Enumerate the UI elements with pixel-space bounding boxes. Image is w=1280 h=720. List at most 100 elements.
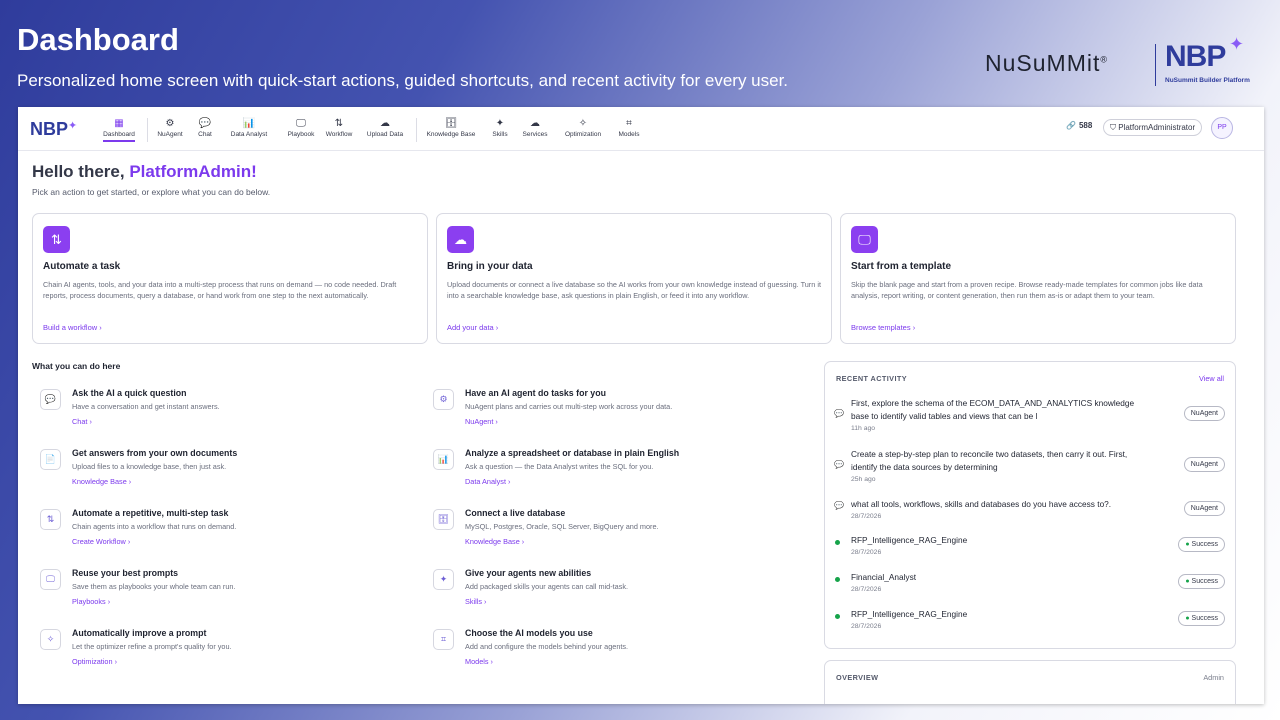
- nav-skills[interactable]: ✦ Skills: [490, 116, 510, 146]
- nav-label: Upload Data: [366, 131, 404, 138]
- monitor-icon: 🖵: [40, 569, 61, 590]
- overview-title: OVERVIEW: [836, 673, 879, 682]
- feature-link[interactable]: Optimization ›: [72, 657, 117, 666]
- feature-title: Choose the AI models you use: [465, 628, 593, 638]
- feature-description: Save them as playbooks your whole team c…: [72, 582, 236, 591]
- nbp-wordmark: NBP: [1165, 40, 1226, 73]
- activity-text: what all tools, workflows, skills and da…: [851, 499, 1112, 509]
- nav-label: NuAgent: [157, 131, 183, 138]
- feature-link[interactable]: Knowledge Base ›: [465, 537, 524, 546]
- activity-time: 28/7/2026: [851, 513, 882, 520]
- activity-time: 28/7/2026: [851, 586, 882, 593]
- feature-link[interactable]: Knowledge Base ›: [72, 477, 131, 486]
- cloud-upload-icon: ☁: [380, 118, 390, 129]
- feature-item: 🖵 Reuse your best prompts Save them as pla…: [34, 566, 414, 612]
- nav-knowledge-base[interactable]: 🗄 Knowledge Base: [425, 116, 477, 146]
- quick-card-link[interactable]: Build a workflow ›: [43, 323, 102, 332]
- feature-title: Reuse your best prompts: [72, 568, 179, 578]
- activity-text: RFP_Intelligence_RAG_Engine: [851, 535, 968, 545]
- feature-item: ✦ Give your agents new abilities Add packa…: [427, 566, 807, 612]
- chat-icon: 💬: [834, 501, 844, 510]
- brand-tagline: NuSummit Builder Platform: [1165, 77, 1250, 84]
- feature-title: Automate a repetitive, multi-step task: [72, 508, 229, 518]
- bar-chart-icon: 📊: [433, 449, 454, 470]
- nav-nuagent[interactable]: ⚙ NuAgent: [155, 116, 185, 146]
- badge-label: Success: [1191, 615, 1218, 622]
- overview-panel: OVERVIEW Admin: [824, 660, 1236, 704]
- feature-title: Automatically improve a prompt: [72, 628, 207, 638]
- sparkles-icon: ✦: [433, 569, 454, 590]
- nav-models[interactable]: ⌗ Models: [616, 116, 642, 146]
- activity-time: 28/7/2026: [851, 549, 882, 556]
- magic-wand-icon: ✧: [578, 118, 588, 129]
- nav-services[interactable]: ☁ Services: [521, 116, 549, 146]
- nav-playbook[interactable]: 🖵 Playbook: [286, 116, 316, 146]
- nav-label: Data Analyst: [230, 131, 268, 138]
- quick-card-3[interactable]: 🖵 Start from a template Skip the blank pag…: [840, 213, 1236, 344]
- feature-item: ✧ Automatically improve a prompt Let the o…: [34, 626, 414, 672]
- nav-workflow[interactable]: ⇅ Workflow: [324, 116, 354, 146]
- feature-description: Add packaged skills your agents can call…: [465, 582, 629, 591]
- nav-divider: [147, 118, 148, 142]
- chat-icon: 💬: [834, 409, 844, 418]
- workflow-icon: ⇅: [43, 226, 70, 253]
- quick-card-title: Start from a template: [851, 261, 952, 272]
- feature-item: ⇅ Automate a repetitive, multi-step task C…: [34, 506, 414, 552]
- recent-activity-panel: RECENT ACTIVITY View all 💬 First, explore…: [824, 361, 1236, 649]
- quick-card-link[interactable]: Browse templates ›: [851, 323, 915, 332]
- greeting-subtitle: Pick an action to get started, or explor…: [32, 187, 271, 197]
- feature-description: Let the optimizer refine a prompt's qual…: [72, 642, 232, 651]
- feature-link[interactable]: Data Analyst ›: [465, 477, 510, 486]
- nav-label: Services: [522, 131, 548, 138]
- greeting: Hello there, PlatformAdmin!: [32, 162, 257, 181]
- feature-link[interactable]: Playbooks ›: [72, 597, 110, 606]
- quick-card-1[interactable]: ⇅ Automate a task Chain AI agents, tools, …: [32, 213, 428, 344]
- quick-card-link[interactable]: Add your data ›: [447, 323, 498, 332]
- status-badge: ● Success: [1178, 611, 1225, 626]
- grid-icon: ▦: [114, 118, 124, 129]
- robot-icon: ⚙: [433, 389, 454, 410]
- quick-card-title: Bring in your data: [447, 261, 533, 272]
- nav-label: Models: [618, 131, 640, 138]
- badge-label: NuAgent: [1190, 505, 1218, 512]
- nav-chat[interactable]: 💬 Chat: [196, 116, 214, 146]
- feature-description: Chain agents into a workflow that runs o…: [72, 522, 237, 531]
- feature-item: ⚙ Have an AI agent do tasks for you NuAgen…: [427, 386, 807, 432]
- feature-title: Have an AI agent do tasks for you: [465, 388, 606, 398]
- feature-title: Give your agents new abilities: [465, 568, 592, 578]
- badge-label: NuAgent: [1190, 410, 1218, 417]
- user-menu[interactable]: ⛉ PlatformAdministrator: [1103, 119, 1203, 136]
- feature-description: Upload files to a knowledge base, then j…: [72, 462, 227, 471]
- overview-admin-link[interactable]: Admin: [1203, 673, 1224, 682]
- feature-link[interactable]: Skills ›: [465, 597, 487, 606]
- feature-item: 🗄 Connect a live database MySQL, Postgres,…: [427, 506, 807, 552]
- app-logo[interactable]: NBP✦: [30, 119, 77, 140]
- activity-text: Financial_Analyst: [851, 572, 917, 582]
- feature-link[interactable]: NuAgent ›: [465, 417, 498, 426]
- nav-upload-data[interactable]: ☁ Upload Data: [366, 116, 404, 146]
- link-icon: 🔗: [1066, 121, 1076, 130]
- view-all-link[interactable]: View all: [1199, 374, 1224, 383]
- avatar[interactable]: PP: [1211, 117, 1233, 139]
- magic-wand-icon: ✧: [40, 629, 61, 650]
- nav-dashboard[interactable]: ▦ Dashboard: [100, 116, 138, 146]
- feature-link[interactable]: Chat ›: [72, 417, 92, 426]
- agent-badge: NuAgent: [1183, 457, 1225, 472]
- quick-card-2[interactable]: ☁ Bring in your data Upload documents or c…: [436, 213, 832, 344]
- activity-time: 11h ago: [851, 425, 876, 432]
- feature-title: Connect a live database: [465, 508, 566, 518]
- quick-card-title: Automate a task: [43, 261, 121, 272]
- feature-link[interactable]: Create Workflow ›: [72, 537, 130, 546]
- nusummit-wordmark: NuSuMMit®: [985, 50, 1108, 76]
- activity-time: 25h ago: [851, 476, 876, 483]
- feature-description: MySQL, Postgres, Oracle, SQL Server, Big…: [465, 522, 659, 531]
- models-icon: ⌗: [626, 118, 632, 129]
- status-dot: [835, 614, 840, 619]
- feature-link[interactable]: Models ›: [465, 657, 493, 666]
- credits-counter[interactable]: 🔗 588: [1066, 121, 1092, 130]
- status-badge: ● Success: [1178, 574, 1225, 589]
- feature-title: Analyze a spreadsheet or database in pla…: [465, 448, 680, 458]
- feature-title: Get answers from your own documents: [72, 448, 238, 458]
- nav-data-analyst[interactable]: 📊 Data Analyst: [229, 116, 269, 146]
- nav-optimization[interactable]: ✧ Optimization: [562, 116, 604, 146]
